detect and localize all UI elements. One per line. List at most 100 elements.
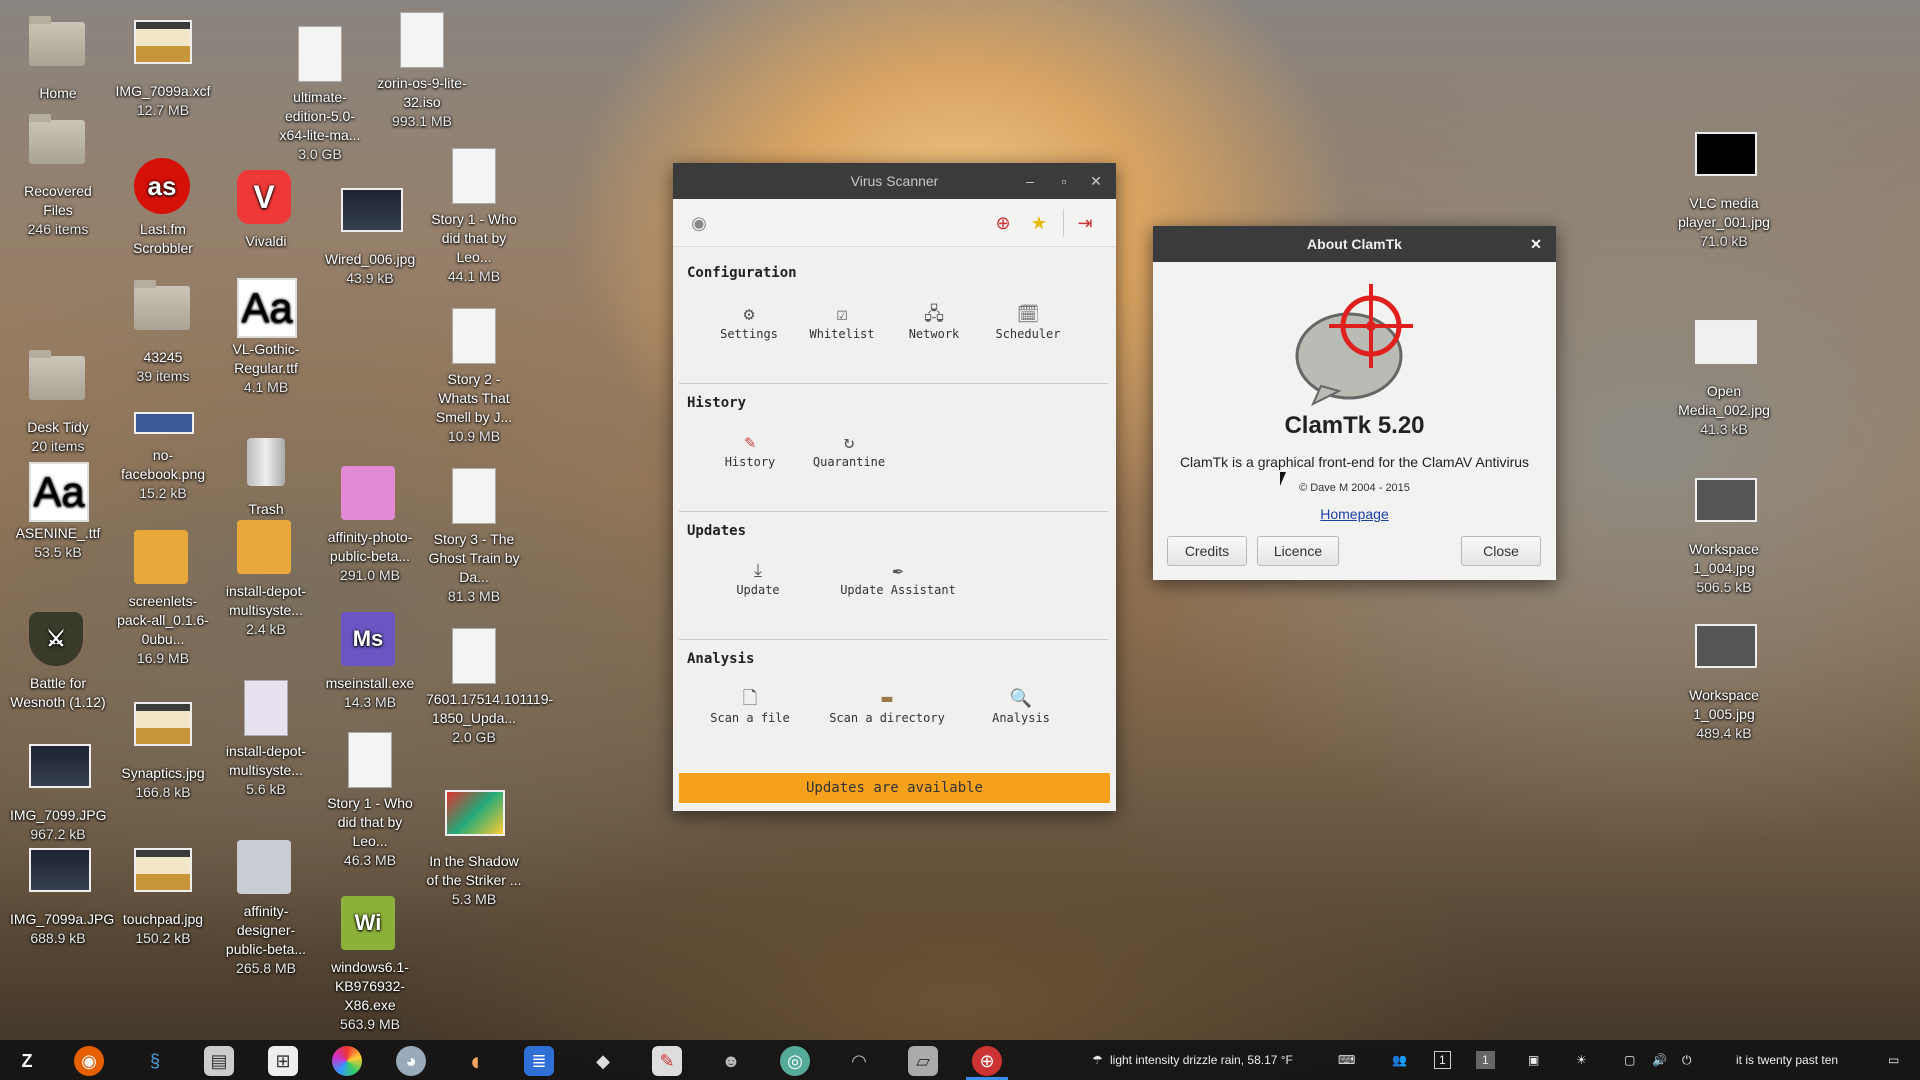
item-label: Update	[736, 583, 780, 597]
weather-text[interactable]: light intensity drizzle rain, 58.17 °F	[1110, 1040, 1293, 1080]
desktop-icon-zorin[interactable]: zorin-os-9-lite-32.iso 993.1 MB	[374, 12, 470, 131]
settings-button[interactable]: ⚙ Settings	[709, 303, 789, 341]
exit-icon[interactable]: ⇥	[1073, 211, 1097, 235]
icon-size: 12.7 MB	[136, 102, 190, 118]
pidgin-icon[interactable]: ◕	[396, 1046, 426, 1076]
desktop-icon-story-1b[interactable]: Story 1 - Who did that by Leo... 46.3 MB	[322, 732, 418, 870]
desktop-icon-img-7099a-xcf[interactable]: IMG_7099a.xcf 12.7 MB	[115, 12, 211, 120]
desktop-icon-trash[interactable]: Trash	[218, 432, 314, 519]
icon-size: 265.8 MB	[236, 960, 296, 976]
wifi-app-icon[interactable]: ◠	[844, 1046, 874, 1076]
desktop-icon-synaptics[interactable]: Synaptics.jpg 166.8 kB	[115, 694, 211, 802]
scanner-titlebar[interactable]: Virus Scanner – ▫ ✕	[673, 163, 1116, 199]
drive-icon[interactable]: ▱	[908, 1046, 938, 1076]
about-titlebar[interactable]: About ClamTk ✕	[1153, 226, 1556, 262]
desktop-icon-recovered-files[interactable]: Recovered Files 246 items	[10, 110, 106, 239]
desktop-icon-img-7099[interactable]: IMG_7099.JPG 967.2 kB	[10, 736, 107, 844]
history-button[interactable]: ✎ History	[707, 431, 793, 469]
display-icon[interactable]: ▣	[1528, 1040, 1539, 1080]
desktop-icon-story-3[interactable]: Story 3 - The Ghost Train by Da... 81.3 …	[426, 468, 522, 606]
peach-app-icon[interactable]: ◖	[460, 1046, 490, 1076]
desktop-icon-screenlets[interactable]: screenlets-pack-all_0.1.6-0ubu... 16.9 M…	[115, 530, 211, 668]
scheduler-button[interactable]: 🗓 Scheduler	[983, 303, 1073, 341]
calculator-icon[interactable]: ⊞	[268, 1046, 298, 1076]
firefox-icon[interactable]: ◉	[74, 1046, 104, 1076]
licence-button[interactable]: Licence	[1257, 536, 1339, 566]
close-window-button[interactable]: ✕	[1080, 163, 1112, 199]
whitelist-button[interactable]: ☑ Whitelist	[801, 303, 883, 341]
files-icon[interactable]: ▤	[204, 1046, 234, 1076]
desktop-icon-shadow-striker[interactable]: In the Shadow of the Striker ... 5.3 MB	[426, 784, 522, 909]
volume-icon[interactable]: 🔊	[1652, 1040, 1667, 1080]
desktop-icon-vlc-screenshot[interactable]: VLC media player_001.jpg 71.0 kB	[1676, 124, 1772, 251]
swirl-app-icon[interactable]: §	[140, 1046, 170, 1076]
close-button[interactable]: Close	[1461, 536, 1541, 566]
network-button[interactable]: 🖧 Network	[897, 303, 971, 341]
desktop-icon-windows-kb[interactable]: Wi windows6.1-KB976932-X86.exe 563.9 MB	[322, 896, 418, 1034]
desktop-icon-install-depot-1[interactable]: install-depot-multisyste... 2.4 kB	[218, 520, 314, 639]
network-icon[interactable]: ▢	[1624, 1040, 1635, 1080]
update-assistant-button[interactable]: ✒ Update Assistant	[831, 559, 965, 597]
desktop-icon-mseinstall[interactable]: Ms mseinstall.exe 14.3 MB	[322, 612, 418, 712]
clamtk-task-icon[interactable]: ⊕	[972, 1046, 1002, 1076]
document-writer-icon[interactable]: ≣	[524, 1046, 554, 1076]
status-bar[interactable]: Updates are available	[679, 773, 1110, 803]
desktop-icon-wired[interactable]: Wired_006.jpg 43.9 kB	[322, 180, 418, 288]
inkscape-icon[interactable]: ◆	[588, 1046, 618, 1076]
desktop-icon-install-depot-2[interactable]: install-depot-multisyste... 5.6 kB	[218, 680, 314, 799]
desktop-icon-7601[interactable]: 7601.17514.101119-1850_Upda... 2.0 GB	[426, 628, 553, 747]
desktop-icon-affinity-photo[interactable]: affinity-photo-public-beta... 291.0 MB	[322, 466, 418, 585]
clamtk-logo-icon[interactable]: ◉	[687, 211, 711, 235]
desktop-icon-workspace-004[interactable]: Workspace 1_004.jpg 506.5 kB	[1676, 470, 1772, 597]
scan-directory-button[interactable]: ▬ Scan a directory	[825, 687, 949, 725]
workspace-indicator-2[interactable]: 1	[1476, 1051, 1495, 1069]
section-updates: Updates	[687, 523, 747, 539]
weather-icon[interactable]: ☂	[1092, 1040, 1103, 1080]
quarantine-button[interactable]: ↻ Quarantine	[799, 431, 899, 469]
workspace-indicator-1[interactable]: 1	[1434, 1051, 1451, 1069]
gimp-icon[interactable]: ☻	[716, 1046, 746, 1076]
brightness-icon[interactable]: ☀	[1576, 1040, 1587, 1080]
keyboard-icon[interactable]: ⌨	[1338, 1040, 1355, 1080]
analysis-button[interactable]: 🔍 Analysis	[979, 687, 1063, 725]
desktop-icon-wesnoth[interactable]: ⚔ Battle for Wesnoth (1.12)	[10, 612, 106, 712]
desktop-icon-vl-gothic[interactable]: Aa VL-Gothic-Regular.ttf 4.1 MB	[218, 278, 314, 397]
color-picker-icon[interactable]	[332, 1046, 362, 1076]
desktop-icon-img-7099a[interactable]: IMG_7099a.JPG 688.9 kB	[10, 840, 114, 948]
desktop-icon-affinity-designer[interactable]: affinity-designer-public-beta... 265.8 M…	[218, 840, 314, 978]
desktop-icon-desk-tidy[interactable]: Desk Tidy 20 items	[10, 346, 106, 456]
show-desktop-icon[interactable]: ▭	[1888, 1040, 1899, 1080]
desktop-icon-ultimate-edition[interactable]: ultimate-edition-5.0-x64-lite-ma... 3.0 …	[272, 26, 368, 164]
globe-icon[interactable]: ◎	[780, 1046, 810, 1076]
clock-text[interactable]: it is twenty past ten	[1736, 1040, 1838, 1080]
homepage-link[interactable]: Homepage	[1153, 506, 1556, 522]
star-icon[interactable]: ★	[1027, 211, 1051, 235]
credits-button[interactable]: Credits	[1167, 536, 1247, 566]
desktop-icon-43245[interactable]: 43245 39 items	[115, 276, 211, 386]
icon-label: 43245	[143, 349, 183, 365]
update-button[interactable]: ⤓ Update	[715, 559, 801, 597]
desktop-icon-home[interactable]: Home	[10, 12, 106, 103]
desktop-icon-vivaldi[interactable]: V Vivaldi	[218, 170, 314, 251]
maximize-button[interactable]: ▫	[1048, 163, 1080, 199]
close-dialog-button[interactable]: ✕	[1520, 226, 1552, 262]
menu-icon[interactable]: Z	[12, 1046, 42, 1076]
desktop-icon-story-2[interactable]: Story 2 - Whats That Smell by J... 10.9 …	[426, 308, 522, 446]
desktop-icon-lastfm[interactable]: as Last.fm Scrobbler	[115, 158, 211, 258]
people-icon[interactable]: 👥	[1392, 1040, 1407, 1080]
desktop-icon-asenine-ttf[interactable]: Aa ASENINE_.ttf 53.5 kB	[10, 462, 106, 562]
text-editor-icon[interactable]: ✎	[652, 1046, 682, 1076]
power-icon[interactable]: ⏻	[1682, 1040, 1692, 1080]
desktop-icon-workspace-005[interactable]: Workspace 1_005.jpg 489.4 kB	[1676, 616, 1772, 743]
desktop-icon-no-facebook[interactable]: no-facebook.png 15.2 kB	[115, 408, 211, 503]
icon-label: Home	[39, 85, 77, 101]
scan-file-button[interactable]: 🗋 Scan a file	[701, 687, 799, 725]
minimize-button[interactable]: –	[1014, 163, 1046, 199]
icon-size: 53.5 kB	[34, 544, 82, 560]
history-icon: ✎	[744, 432, 756, 453]
font-file-icon: Aa	[29, 462, 89, 522]
desktop-icon-open-media[interactable]: Open Media_002.jpg 41.3 kB	[1676, 312, 1772, 439]
desktop-icon-story-1[interactable]: Story 1 - Who did that by Leo... 44.1 MB	[426, 148, 522, 286]
desktop-icon-touchpad[interactable]: touchpad.jpg 150.2 kB	[115, 840, 211, 948]
help-icon[interactable]: ⊕	[991, 211, 1015, 235]
